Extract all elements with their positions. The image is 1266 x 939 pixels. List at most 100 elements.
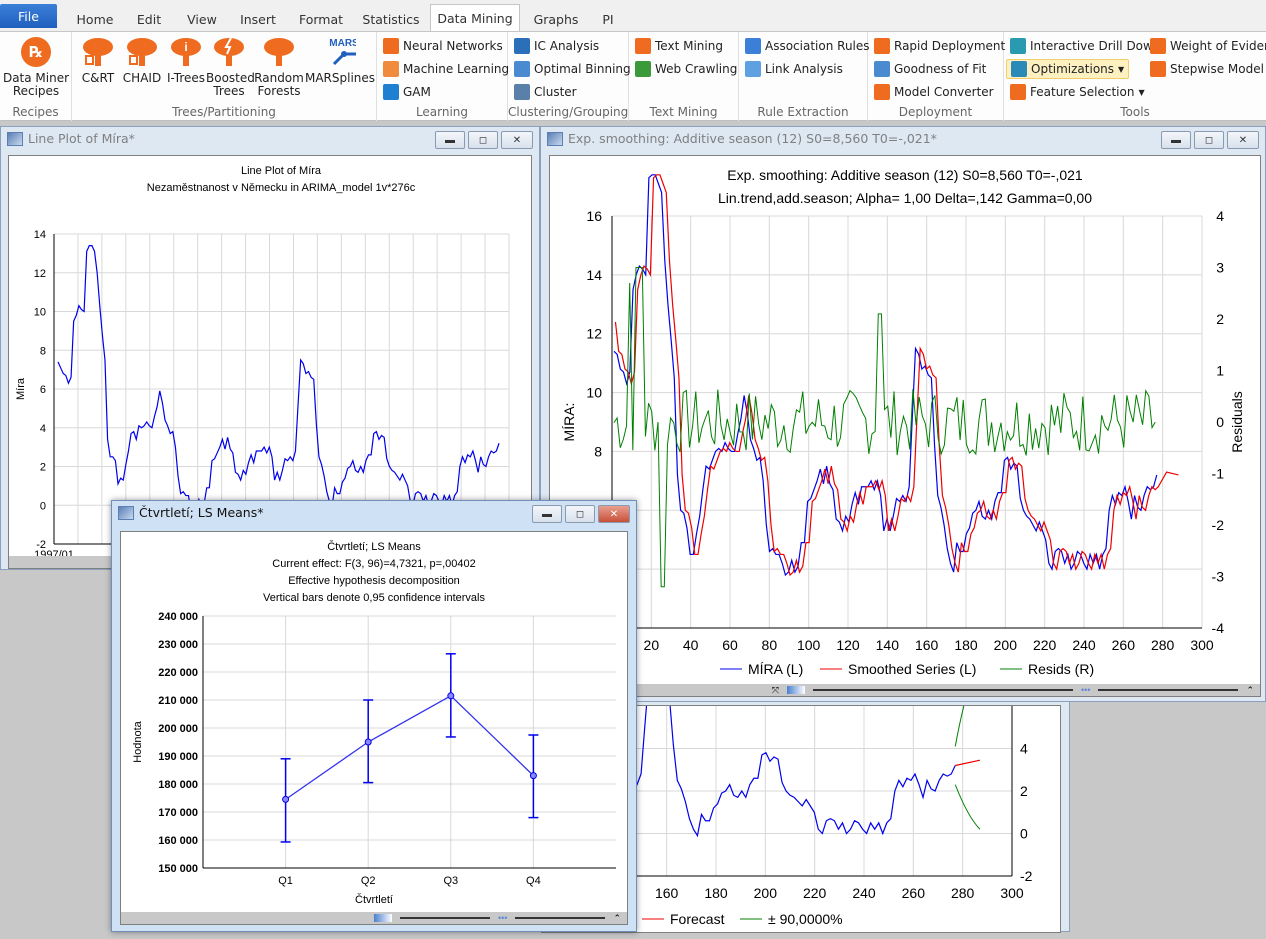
mars-icon: MARS: [329, 38, 356, 66]
data-miner-recipes-button[interactable]: ℞ Data Miner Recipes: [2, 36, 70, 98]
text-mining-button[interactable]: Text Mining: [635, 36, 723, 56]
legend-label: ± 90,0000%: [768, 911, 843, 927]
y-tick-label: 220 000: [158, 667, 198, 679]
chart-window-icon: [7, 131, 23, 146]
web-crawling-icon: [635, 61, 651, 77]
rapid-deployment-button[interactable]: Rapid Deployment: [874, 36, 1005, 56]
group-label-learning: Learning: [415, 105, 469, 119]
close-button[interactable]: ✕: [598, 505, 630, 523]
random-forests-button[interactable]: Random Forests: [254, 36, 304, 98]
expand-icon[interactable]: ⌃: [613, 913, 621, 924]
y2-tick-label: 3: [1216, 260, 1224, 276]
y-axis-label: Míra: [15, 377, 27, 400]
y2-tick-label: 0: [1216, 414, 1224, 430]
cluster-button[interactable]: Cluster: [514, 82, 577, 102]
y2-tick-label: -1: [1212, 466, 1225, 482]
ls-means-window[interactable]: Čtvrtletí; LS Means* ▬ ◻ ✕ Čtvrtletí; LS…: [111, 500, 637, 932]
tab-file[interactable]: File: [0, 4, 57, 28]
legend-label: Resids (R): [1028, 661, 1094, 677]
maximize-button[interactable]: ◻: [468, 131, 498, 149]
optimizations-dropdown[interactable]: Optimizations ▼: [1006, 59, 1130, 79]
x-tick-label: Q4: [526, 875, 541, 887]
dots-icon: •••: [1081, 685, 1091, 695]
association-rules-button[interactable]: Association Rules: [745, 36, 870, 56]
maximize-button[interactable]: ◻: [565, 505, 595, 523]
tab-pi[interactable]: PI: [590, 6, 626, 32]
chart-title: Line Plot of Míra: [241, 165, 322, 177]
x-tick-label: 60: [722, 637, 738, 653]
x-tick-label: 200: [754, 885, 778, 901]
tab-statistics[interactable]: Statistics: [358, 6, 424, 32]
machine-learning-icon: [383, 61, 399, 77]
expand-icon[interactable]: ⌃: [1246, 685, 1254, 696]
goodness-of-fit-button[interactable]: Goodness of Fit: [874, 59, 986, 79]
zoom-icon[interactable]: ⤧: [772, 685, 779, 696]
x-tick-label: 220: [803, 885, 827, 901]
feature-selection-dropdown[interactable]: Feature Selection ▼: [1010, 82, 1145, 102]
neural-networks-button[interactable]: Neural Networks: [383, 36, 503, 56]
minimize-button[interactable]: ▬: [435, 131, 465, 149]
x-tick-label: 40: [683, 637, 699, 653]
pan-slider[interactable]: [515, 917, 606, 919]
y-tick-label: 240 000: [158, 611, 198, 623]
y2-tick-label: 2: [1216, 311, 1224, 327]
exp-smoothing-window[interactable]: Exp. smoothing: Additive season (12) S0=…: [540, 126, 1266, 702]
pan-slider[interactable]: [1098, 689, 1239, 691]
model-converter-icon: [874, 84, 890, 100]
tab-data-mining[interactable]: Data Mining: [430, 4, 520, 32]
minimize-button[interactable]: ▬: [1161, 131, 1191, 149]
zoom-slider[interactable]: [813, 689, 1073, 691]
minimize-button[interactable]: ▬: [532, 505, 562, 523]
window-title: Line Plot of Míra*: [28, 131, 135, 146]
machine-learning-button[interactable]: Machine Learning: [383, 59, 509, 79]
x-tick-label: 20: [644, 637, 660, 653]
chaid-button[interactable]: CHAID: [120, 36, 164, 85]
interactive-drill-down-button[interactable]: Interactive Drill Down: [1010, 36, 1160, 56]
weight-of-evidence-icon: [1150, 38, 1166, 54]
x-tick-label: 240: [1072, 637, 1096, 653]
stepwise-model-icon: [1150, 61, 1166, 77]
mean-point: [447, 692, 455, 700]
y2-tick-label: -4: [1212, 620, 1225, 636]
y-tick-label: 14: [34, 229, 46, 241]
stepwise-model-builder-button[interactable]: Stepwise Model Bu: [1150, 59, 1266, 79]
group-recipes: ℞ Data Miner Recipes Recipes: [0, 32, 72, 121]
tab-view[interactable]: View: [178, 6, 226, 32]
tab-edit[interactable]: Edit: [126, 6, 172, 32]
gam-button[interactable]: GAM: [383, 82, 431, 102]
tree-icon: [83, 38, 113, 66]
y-tick-label: 10: [34, 307, 46, 319]
y2-tick-label: -2: [1212, 517, 1225, 533]
svg-text:i: i: [184, 40, 187, 54]
ls-means-chart: Čtvrtletí; LS Means Current effect: F(3, …: [132, 540, 616, 906]
i-trees-button[interactable]: i I-Trees: [166, 36, 206, 85]
y-tick-label: 2: [1020, 783, 1028, 799]
ic-analysis-button[interactable]: IC Analysis: [514, 36, 599, 56]
web-crawling-button[interactable]: Web Crawling: [635, 59, 737, 79]
x-tick-label: 80: [762, 637, 778, 653]
y-tick-label: 12: [586, 326, 602, 342]
zoom-slider[interactable]: [400, 917, 490, 919]
boosted-trees-button[interactable]: Boosted Trees: [206, 36, 255, 98]
tab-insert[interactable]: Insert: [232, 6, 284, 32]
link-analysis-button[interactable]: Link Analysis: [745, 59, 843, 79]
model-converter-button[interactable]: Model Converter: [874, 82, 994, 102]
group-label-recipes: Recipes: [12, 105, 59, 119]
chart-window-icon: [547, 131, 563, 146]
optimal-binning-button[interactable]: Optimal Binning: [514, 59, 631, 79]
tab-graphs[interactable]: Graphs: [528, 6, 584, 32]
group-label-clustering: Clustering/Grouping: [508, 105, 629, 119]
color-scale-icon: [374, 914, 392, 922]
close-button[interactable]: ✕: [1227, 131, 1259, 149]
line-plot-chart: Line Plot of Míra Nezaměstnanost v Německ…: [15, 165, 510, 574]
graph-status-bar: ⤧ ••• ⌃: [550, 684, 1260, 696]
crt-button[interactable]: C&RT: [78, 36, 118, 85]
marsplines-button[interactable]: MARS MARSplines: [304, 36, 376, 85]
tab-home[interactable]: Home: [68, 6, 122, 32]
x-tick-label: 300: [1000, 885, 1024, 901]
tab-format[interactable]: Format: [292, 6, 350, 32]
weight-of-evidence-button[interactable]: Weight of Evidence: [1150, 36, 1266, 56]
maximize-button[interactable]: ◻: [1194, 131, 1224, 149]
close-button[interactable]: ✕: [501, 131, 533, 149]
tree-icon: [127, 38, 157, 66]
